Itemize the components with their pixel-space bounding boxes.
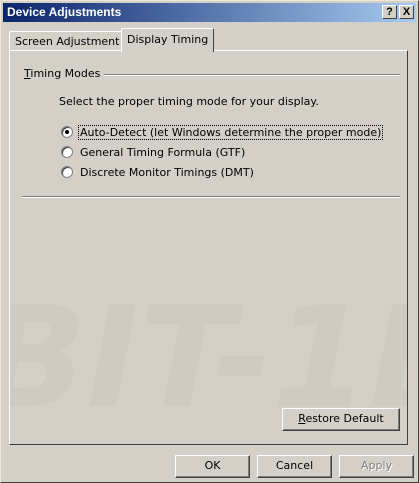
apply-button[interactable]: Apply xyxy=(339,455,414,478)
group-divider xyxy=(102,74,400,76)
window-title: Device Adjustments xyxy=(7,5,122,19)
tab-display-timing[interactable]: Display Timing xyxy=(121,28,215,52)
radio-gtf[interactable]: General Timing Formula (GTF) xyxy=(61,144,246,160)
radio-dmt-label[interactable]: Discrete Monitor Timings (DMT) xyxy=(79,166,255,179)
radio-gtf-label[interactable]: General Timing Formula (GTF) xyxy=(79,146,246,159)
radio-auto-detect[interactable]: Auto-Detect (let Windows determine the p… xyxy=(61,124,384,140)
display-timing-panel: BIT-1B Timing Modes Select the proper ti… xyxy=(9,50,408,445)
radio-button[interactable] xyxy=(61,146,73,158)
radio-dmt[interactable]: Discrete Monitor Timings (DMT) xyxy=(61,164,255,180)
restore-default-button[interactable]: Restore Default xyxy=(282,408,400,431)
close-button[interactable]: X xyxy=(399,5,414,19)
timing-modes-group-label: Timing Modes xyxy=(24,67,105,80)
radio-auto-detect-label[interactable]: Auto-Detect (let Windows determine the p… xyxy=(77,124,384,140)
radio-button[interactable] xyxy=(61,166,73,178)
radio-button-selected[interactable] xyxy=(61,126,73,138)
title-bar[interactable]: Device Adjustments ? X xyxy=(3,3,416,22)
group-bottom-divider xyxy=(22,196,400,198)
cancel-button[interactable]: Cancel xyxy=(257,455,332,478)
help-button[interactable]: ? xyxy=(382,5,397,19)
instructions-text: Select the proper timing mode for your d… xyxy=(59,95,319,108)
ok-button[interactable]: OK xyxy=(175,455,250,478)
device-adjustments-window: Device Adjustments ? X Screen Adjustment… xyxy=(0,0,419,483)
tab-screen-adjustment[interactable]: Screen Adjustment xyxy=(9,31,126,50)
